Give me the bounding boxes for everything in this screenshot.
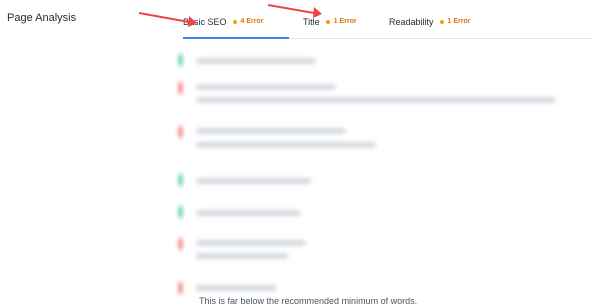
pass-status-icon [179,174,182,186]
tab-title-badge: 1 Error [333,18,357,25]
fail-status-icon [179,238,182,250]
result-line [196,210,301,216]
result-line [196,253,288,259]
result-item [176,122,576,156]
error-dot-icon [325,20,330,24]
result-item [176,234,576,264]
result-line [196,97,556,103]
result-line [196,84,336,90]
arrow-icon [267,4,322,18]
error-dot-icon [439,20,444,24]
arrow-icon [138,12,197,27]
result-line [196,240,306,246]
page-title: Page Analysis [7,12,77,24]
tab-readability-badge: 1 Error [447,18,471,25]
tab-basic-seo-badge: 4 Error [240,18,264,25]
fail-status-icon [179,282,182,294]
result-item [176,50,576,70]
fail-status-icon [179,82,182,94]
result-item [176,202,576,224]
pass-status-icon [179,54,182,66]
result-line [196,285,276,291]
error-dot-icon [232,20,237,24]
result-item [176,78,576,108]
tab-readability[interactable]: Readability 1 Error [389,13,489,37]
result-line [196,178,311,184]
result-line [196,128,346,134]
pass-status-icon [179,206,182,218]
tab-readability-label: Readability [389,17,434,27]
fail-status-icon [179,126,182,138]
result-item [176,170,576,190]
tabs-bar: Basic SEO 4 Error Title 1 Error Readabil… [183,13,593,39]
result-line [196,142,376,148]
result-line [196,58,316,64]
footer-text: This is far below the recommended minimu… [199,296,418,306]
results-list [176,42,593,306]
